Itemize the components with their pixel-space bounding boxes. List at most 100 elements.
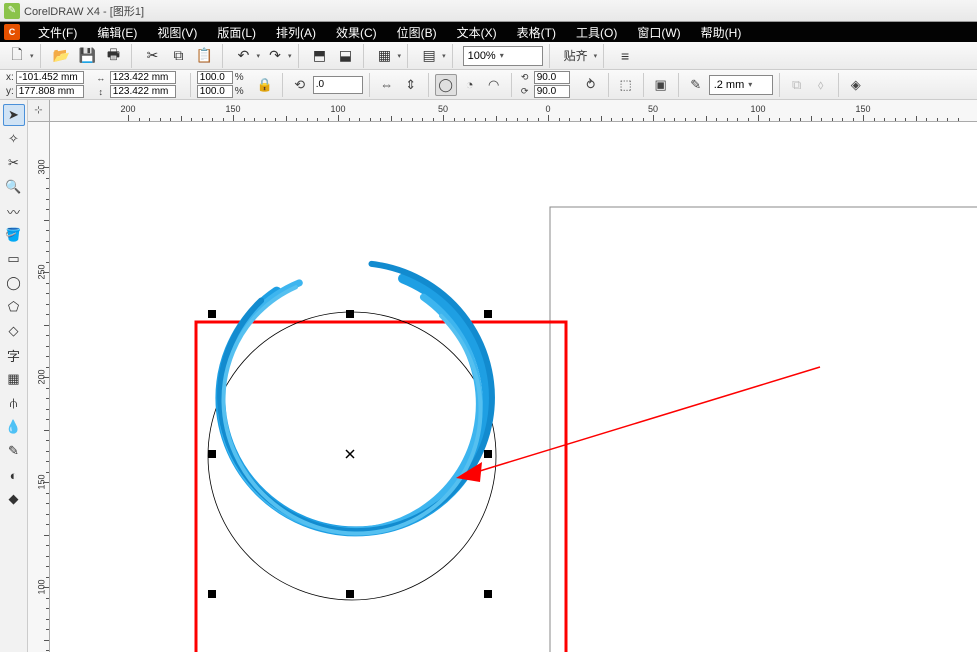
menu-text[interactable]: 文本(X) <box>447 22 507 43</box>
width-icon: ↔ <box>94 73 108 83</box>
arc-icon[interactable]: ◠ <box>483 74 505 96</box>
basic-shapes-icon[interactable]: ◇ <box>3 320 25 342</box>
zoom-dropdown[interactable]: 100% ▾ <box>463 46 543 66</box>
import-icon[interactable]: ⬒ <box>309 45 331 67</box>
undo-icon[interactable]: ↶ <box>233 45 255 67</box>
text-tool-icon[interactable]: 字 <box>3 344 25 366</box>
cut-icon[interactable]: ✂ <box>142 45 164 67</box>
menu-bitmap[interactable]: 位图(B) <box>387 22 447 43</box>
pie-icon[interactable]: ◔ <box>459 74 481 96</box>
selection-handle[interactable] <box>208 310 216 318</box>
height-input[interactable] <box>110 85 176 98</box>
outline-tool-icon[interactable]: ✎ <box>3 440 25 462</box>
horizontal-ruler[interactable]: 20015010050050100150 <box>50 100 977 122</box>
ellipse-tool-icon[interactable]: ◯ <box>3 272 25 294</box>
standard-toolbar: 🗋▾ 📂 💾 🖶 ✂ ⧉ 📋 ↶▾ ↷▾ ⬒ ⬓ ▦▾ ▤▾ 100% ▾ 贴齐… <box>0 42 977 70</box>
freehand-tool-icon[interactable]: 〰 <box>3 200 25 222</box>
x-input[interactable] <box>16 71 84 84</box>
property-bar: x: y: ↔ ↕ % % 🔒 ⟲ ⇔ ⇕ ◯ ◔ ◠ ⟲ ⟳ ⥁ ⬚ ▣ ✎ … <box>0 70 977 100</box>
menu-tools[interactable]: 工具(O) <box>566 22 627 43</box>
fill-tool-icon[interactable]: ◐ <box>3 464 25 486</box>
selection-handle[interactable] <box>484 450 492 458</box>
export-icon[interactable]: ⬓ <box>335 45 357 67</box>
dropdown-arrow-icon[interactable]: ▾ <box>398 52 402 60</box>
lock-ratio-icon[interactable]: 🔒 <box>254 74 276 96</box>
logo-icon: C <box>4 24 20 40</box>
selection-center-icon <box>346 450 354 458</box>
save-icon[interactable]: 💾 <box>77 45 99 67</box>
menu-arrange[interactable]: 排列(A) <box>266 22 326 43</box>
arc-angles-group: ⟲ ⟳ <box>518 71 570 98</box>
menu-view[interactable]: 视图(V) <box>147 22 207 43</box>
arc-start-input[interactable] <box>534 71 570 84</box>
shape-tool-icon[interactable]: ✧ <box>3 128 25 150</box>
polygon-tool-icon[interactable]: ⬠ <box>3 296 25 318</box>
dropdown-arrow-icon[interactable]: ▾ <box>257 52 261 60</box>
table-tool-icon[interactable]: ▦ <box>3 368 25 390</box>
wrap-text-icon[interactable]: ⬚ <box>615 74 637 96</box>
selection-handle[interactable] <box>208 450 216 458</box>
eyedropper-icon[interactable]: 💧 <box>3 416 25 438</box>
menu-window[interactable]: 窗口(W) <box>627 22 690 43</box>
mirror-v-icon[interactable]: ⇕ <box>400 74 422 96</box>
arc-direction-icon[interactable]: ⥁ <box>580 74 602 96</box>
outline-width-dropdown[interactable]: .2 mm ▾ <box>709 75 773 95</box>
menu-layout[interactable]: 版面(L) <box>207 22 266 43</box>
pick-tool-icon[interactable]: ➤ <box>3 104 25 126</box>
open-icon[interactable]: 📂 <box>51 45 73 67</box>
to-front-icon[interactable]: ▣ <box>650 74 672 96</box>
selection-handle[interactable] <box>484 590 492 598</box>
paste-icon[interactable]: 📋 <box>194 45 216 67</box>
selection-handle[interactable] <box>484 310 492 318</box>
dropdown-arrow-icon[interactable]: ▾ <box>288 52 292 60</box>
crop-tool-icon[interactable]: ✂ <box>3 152 25 174</box>
options-icon[interactable]: ≡ <box>614 45 636 67</box>
app-title: CorelDRAW X4 - [图形1] <box>24 3 144 19</box>
selection-handle[interactable] <box>346 590 354 598</box>
menu-help[interactable]: 帮助(H) <box>691 22 752 43</box>
blue-brush-circle[interactable] <box>170 223 534 587</box>
canvas-area: ⊹ 20015010050050100150 300250200150100 <box>28 100 977 652</box>
position-group: x: y: <box>6 71 84 98</box>
menu-table[interactable]: 表格(T) <box>507 22 566 43</box>
menu-file[interactable]: 文件(F) <box>28 22 87 43</box>
scale-x-input[interactable] <box>197 71 233 84</box>
size-group: ↔ ↕ <box>94 71 176 98</box>
vertical-ruler[interactable]: 300250200150100 <box>28 122 50 652</box>
arc-end-input[interactable] <box>534 85 570 98</box>
canvas[interactable] <box>50 122 977 652</box>
rectangle-tool-icon[interactable]: ▭ <box>3 248 25 270</box>
y-input[interactable] <box>16 85 84 98</box>
interactive-fill-icon[interactable]: ◆ <box>3 488 25 510</box>
blend-tool-icon[interactable]: ⫛ <box>3 392 25 414</box>
app-launcher-icon[interactable]: ▦ <box>374 45 396 67</box>
dropdown-arrow-icon[interactable]: ▾ <box>442 52 446 60</box>
menu-effects[interactable]: 效果(C) <box>326 22 387 43</box>
snap-label[interactable]: 贴齐 <box>564 47 588 64</box>
ellipse-icon[interactable]: ◯ <box>435 74 457 96</box>
zoom-tool-icon[interactable]: 🔍 <box>3 176 25 198</box>
dropdown-arrow-icon[interactable]: ▾ <box>594 52 598 60</box>
convert-icon[interactable]: ⬨ <box>810 74 832 96</box>
selection-handle[interactable] <box>208 590 216 598</box>
scale-y-input[interactable] <box>197 85 233 98</box>
copy-icon[interactable]: ⧉ <box>168 45 190 67</box>
ruler-origin[interactable]: ⊹ <box>28 100 50 122</box>
mirror-h-icon[interactable]: ⇔ <box>376 74 398 96</box>
start-angle-icon: ⟲ <box>518 72 532 83</box>
width-input[interactable] <box>110 71 176 84</box>
new-icon[interactable]: 🗋 <box>6 45 28 67</box>
outline-width-value: .2 mm <box>714 79 745 91</box>
chevron-down-icon: ▾ <box>500 51 504 60</box>
dropdown-arrow-icon[interactable]: ▾ <box>30 52 34 60</box>
rotation-input[interactable] <box>313 76 363 94</box>
toolbox: ➤ ✧ ✂ 🔍 〰 🪣 ▭ ◯ ⬠ ◇ 字 ▦ ⫛ 💧 ✎ ◐ ◆ <box>0 100 28 652</box>
to-back-icon[interactable]: ⧉ <box>786 74 808 96</box>
menu-edit[interactable]: 编辑(E) <box>87 22 147 43</box>
convert-to-curves-icon[interactable]: ◈ <box>845 74 867 96</box>
smart-fill-icon[interactable]: 🪣 <box>3 224 25 246</box>
print-icon[interactable]: 🖶 <box>103 45 125 67</box>
welcome-screen-icon[interactable]: ▤ <box>418 45 440 67</box>
redo-icon[interactable]: ↷ <box>264 45 286 67</box>
selection-handle[interactable] <box>346 310 354 318</box>
